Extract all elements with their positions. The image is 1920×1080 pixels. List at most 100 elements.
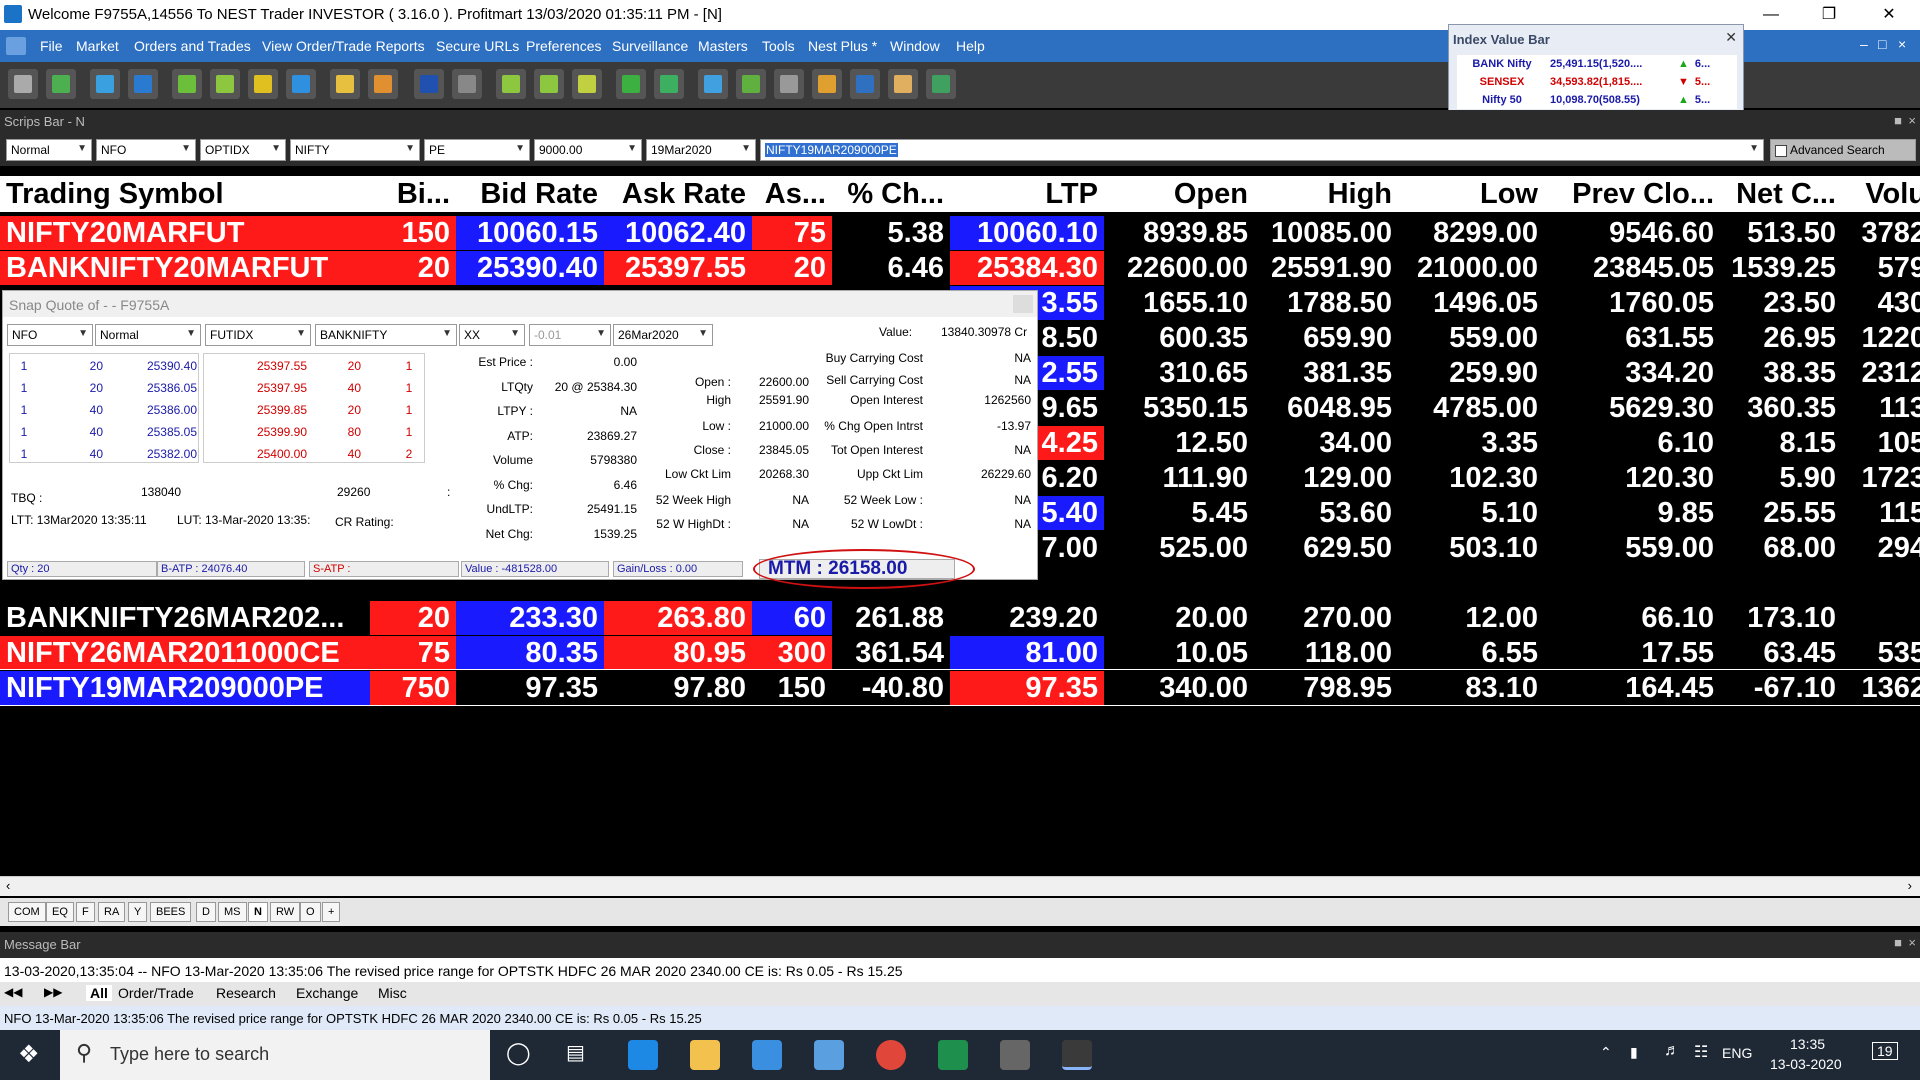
- column-header[interactable]: Bid Rate: [456, 176, 604, 212]
- pin-icon[interactable]: ■: [1894, 113, 1902, 128]
- index-row[interactable]: Nifty 50 10,098.70(508.55) ▲ 5...: [1457, 91, 1737, 109]
- menu-masters[interactable]: Masters: [698, 38, 748, 54]
- market-watch-cell[interactable]: 38.35: [1720, 356, 1842, 390]
- market-watch-cell[interactable]: 173.10: [1720, 601, 1842, 635]
- market-watch-cell[interactable]: 579: [1842, 251, 1920, 285]
- menu-view-reports[interactable]: View Order/Trade Reports: [262, 38, 425, 54]
- market-watch-cell[interactable]: 2312: [1842, 356, 1920, 390]
- toolbar-list-icon[interactable]: [850, 69, 880, 99]
- app-icon[interactable]: [814, 1040, 844, 1070]
- expiry-select[interactable]: 19Mar2020 ▼: [646, 139, 756, 161]
- market-watch-cell[interactable]: 75: [752, 216, 832, 250]
- market-watch-cell[interactable]: 4785.00: [1398, 391, 1544, 425]
- market-watch-cell[interactable]: 115: [1842, 496, 1920, 530]
- toolbar-order-book-icon[interactable]: [248, 69, 278, 99]
- toolbar-chart-icon[interactable]: [330, 69, 360, 99]
- excel-icon[interactable]: [938, 1040, 968, 1070]
- market-watch-cell[interactable]: 118.00: [1254, 636, 1398, 670]
- tab-y[interactable]: Y: [128, 902, 148, 922]
- snap-instrument-select[interactable]: FUTIDX ▼: [205, 324, 311, 346]
- chevron-right-icon[interactable]: ›: [1908, 878, 1912, 893]
- app-menu-icon[interactable]: [6, 37, 26, 55]
- column-header[interactable]: As...: [752, 176, 832, 212]
- mdi-close-icon[interactable]: ×: [1898, 36, 1906, 52]
- column-header[interactable]: High: [1254, 176, 1398, 212]
- market-watch-cell[interactable]: 23845.05: [1544, 251, 1720, 285]
- market-watch-cell[interactable]: 294: [1842, 531, 1920, 565]
- chevron-up-icon[interactable]: ⌃: [1600, 1044, 1612, 1061]
- market-watch-cell[interactable]: 25390.40: [456, 251, 604, 285]
- market-watch-cell[interactable]: 25397.55: [604, 251, 752, 285]
- advanced-search-checkbox[interactable]: Advanced Search: [1770, 139, 1916, 161]
- market-watch-cell[interactable]: 1655.10: [1104, 286, 1254, 320]
- column-header[interactable]: Net C...: [1720, 176, 1842, 212]
- close-icon[interactable]: ×: [1908, 113, 1916, 128]
- market-watch-cell[interactable]: 25384.30: [950, 251, 1104, 285]
- tab-bees[interactable]: BEES: [150, 902, 192, 922]
- index-row[interactable]: BANK Nifty 25,491.15(1,520.... ▲ 6...: [1457, 55, 1737, 73]
- toolbar-monitor-icon[interactable]: [414, 69, 444, 99]
- market-watch-cell[interactable]: 659.90: [1254, 321, 1398, 355]
- market-watch-cell[interactable]: 8939.85: [1104, 216, 1254, 250]
- toolbar-refresh-icon[interactable]: [90, 69, 120, 99]
- market-watch-cell[interactable]: 9.85: [1544, 496, 1720, 530]
- menu-secure-urls[interactable]: Secure URLs: [436, 38, 519, 54]
- toolbar-sell-basket-icon[interactable]: [534, 69, 564, 99]
- market-watch-cell[interactable]: 381.35: [1254, 356, 1398, 390]
- file-explorer-icon[interactable]: [690, 1040, 720, 1070]
- market-watch-cell[interactable]: 629.50: [1254, 531, 1398, 565]
- market-watch-cell[interactable]: 8299.00: [1398, 216, 1544, 250]
- market-watch-cell[interactable]: 5.90: [1720, 461, 1842, 495]
- tab-rw[interactable]: RW: [270, 902, 301, 922]
- volume-icon[interactable]: ♬: [1664, 1042, 1680, 1060]
- market-watch-cell[interactable]: [1842, 601, 1920, 635]
- language-indicator[interactable]: ENG: [1722, 1045, 1752, 1061]
- market-watch-cell[interactable]: 66.10: [1544, 601, 1720, 635]
- instrument-select[interactable]: OPTIDX ▼: [200, 139, 286, 161]
- column-header[interactable]: Trading Symbol: [0, 176, 370, 212]
- market-watch-cell[interactable]: 559.00: [1398, 321, 1544, 355]
- chrome-icon[interactable]: [876, 1040, 906, 1070]
- tab-add[interactable]: +: [322, 902, 341, 922]
- market-watch-cell[interactable]: 26.95: [1720, 321, 1842, 355]
- tab-com[interactable]: COM: [8, 902, 46, 922]
- market-watch-cell[interactable]: 5.38: [832, 216, 950, 250]
- market-watch-cell[interactable]: 600.35: [1104, 321, 1254, 355]
- menu-tools[interactable]: Tools: [762, 38, 795, 54]
- market-watch-cell[interactable]: 20: [370, 601, 456, 635]
- msg-tab-research[interactable]: Research: [216, 985, 276, 1001]
- edge-icon[interactable]: [628, 1040, 658, 1070]
- market-watch-cell[interactable]: 10060.10: [950, 216, 1104, 250]
- market-watch-cell[interactable]: 798.95: [1254, 671, 1398, 705]
- toolbar-trade-book-icon[interactable]: [286, 69, 316, 99]
- market-watch-cell[interactable]: 6.10: [1544, 426, 1720, 460]
- market-watch-cell[interactable]: 525.00: [1104, 531, 1254, 565]
- pin-icon[interactable]: ■: [1894, 935, 1902, 950]
- toolbar-print-icon[interactable]: [8, 69, 38, 99]
- cortana-icon[interactable]: ◯: [506, 1040, 531, 1066]
- market-watch-cell[interactable]: -67.10: [1720, 671, 1842, 705]
- column-header[interactable]: % Ch...: [832, 176, 950, 212]
- market-watch-cell[interactable]: 6.46: [832, 251, 950, 285]
- market-watch-cell[interactable]: 80.35: [456, 636, 604, 670]
- column-header[interactable]: Volu: [1842, 176, 1920, 212]
- market-watch-cell[interactable]: 10062.40: [604, 216, 752, 250]
- market-watch-cell[interactable]: 263.80: [604, 601, 752, 635]
- toolbar-settings-icon[interactable]: [452, 69, 482, 99]
- column-header[interactable]: Ask Rate: [604, 176, 752, 212]
- windows-start-icon[interactable]: ❖: [18, 1040, 40, 1069]
- column-header[interactable]: Bi...: [370, 176, 456, 212]
- market-watch-cell[interactable]: 83.10: [1398, 671, 1544, 705]
- tab-o[interactable]: O: [300, 902, 321, 922]
- market-watch-cell[interactable]: 75: [370, 636, 456, 670]
- mdi-minimize-icon[interactable]: –: [1860, 36, 1868, 52]
- snap-symbol-select[interactable]: BANKNIFTY ▼: [315, 324, 457, 346]
- toolbar-upload-icon[interactable]: [654, 69, 684, 99]
- market-watch-cell[interactable]: 97.35: [456, 671, 604, 705]
- market-watch-cell[interactable]: 68.00: [1720, 531, 1842, 565]
- market-watch-cell[interactable]: 3.35: [1398, 426, 1544, 460]
- market-watch-cell[interactable]: 8.15: [1720, 426, 1842, 460]
- toolbar-person-icon[interactable]: [812, 69, 842, 99]
- market-watch-cell[interactable]: 63.45: [1720, 636, 1842, 670]
- market-watch-cell[interactable]: 503.10: [1398, 531, 1544, 565]
